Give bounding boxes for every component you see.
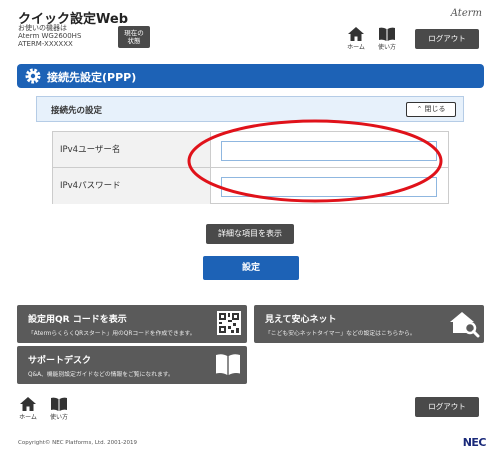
set-button[interactable]: 設定 [203, 256, 299, 280]
ipv4-username-input[interactable] [221, 141, 437, 161]
qr-code-tile[interactable]: 設定用QR コードを表示 「AtermらくらくQRスタート」用のQRコードを作成… [17, 305, 247, 343]
support-tile-desc: Q&A、機能別設定ガイドなどの情報をご覧になれます。 [28, 372, 174, 378]
footer-logout-button[interactable]: ログアウト [415, 397, 479, 417]
book-icon [51, 397, 67, 411]
footer-home-link[interactable]: ホーム [17, 397, 39, 421]
connection-form: IPv4ユーザー名 IPv4パスワード [52, 131, 449, 204]
chevron-up-icon: ⌃ [416, 105, 423, 113]
home-search-icon [450, 312, 480, 338]
username-label: IPv4ユーザー名 [53, 132, 211, 167]
home-label: ホーム [347, 44, 365, 51]
aterm-logo: Aterm [450, 8, 482, 19]
section-banner: 接続先設定(PPP) [17, 64, 484, 88]
safe-tile-desc: 「こども安心ネットタイマー」などの設定はこちらから。 [265, 331, 416, 337]
footer-home-label: ホーム [19, 414, 37, 421]
support-tile-title: サポートデスク [28, 356, 92, 366]
header: クイック設定Web お使いの機器は Aterm WG2600HS ATERM-X… [0, 0, 500, 60]
support-desk-tile[interactable]: サポートデスク Q&A、機能別設定ガイドなどの情報をご覧になれます。 [17, 346, 247, 384]
device-caption: お使いの機器は [18, 24, 67, 32]
copyright: Copyright© NEC Platforms, Ltd. 2001-2019 [18, 440, 138, 446]
qr-code-icon [217, 311, 241, 335]
form-row-password: IPv4パスワード [53, 168, 448, 204]
gear-icon [25, 68, 41, 84]
safe-tile-title: 見えて安心ネット [265, 315, 337, 325]
password-label: IPv4パスワード [53, 168, 211, 204]
ipv4-password-input[interactable] [221, 177, 437, 197]
logout-button[interactable]: ログアウト [415, 29, 479, 49]
collapse-label: 閉じる [424, 105, 446, 113]
safe-net-tile[interactable]: 見えて安心ネット 「こども安心ネットタイマー」などの設定はこちらから。 [254, 305, 484, 343]
panel-title: 接続先の設定 [51, 106, 103, 116]
footer-help-link[interactable]: 使い方 [48, 397, 70, 421]
book-icon [379, 27, 395, 41]
help-link[interactable]: 使い方 [376, 27, 398, 51]
qr-tile-title: 設定用QR コードを表示 [28, 315, 127, 325]
home-icon [20, 397, 36, 411]
help-label: 使い方 [377, 44, 396, 51]
footer-help-label: 使い方 [49, 414, 68, 421]
form-row-username: IPv4ユーザー名 [53, 132, 448, 168]
section-title: 接続先設定(PPP) [47, 71, 137, 84]
collapse-button[interactable]: ⌃ 閉じる [406, 102, 456, 117]
current-status-button[interactable]: 現在の 状態 [118, 26, 150, 48]
device-model: Aterm WG2600HS [18, 32, 82, 40]
book-icon [216, 354, 240, 375]
qr-tile-desc: 「AtermらくらくQRスタート」用のQRコードを作成できます。 [28, 331, 196, 337]
device-info: お使いの機器は Aterm WG2600HS ATERM-XXXXXX [18, 24, 81, 48]
home-icon [348, 27, 364, 41]
home-link[interactable]: ホーム [345, 27, 367, 51]
show-details-button[interactable]: 詳細な項目を表示 [206, 224, 294, 244]
device-name: ATERM-XXXXXX [18, 40, 73, 48]
nec-logo: NEC [462, 436, 487, 449]
settings-panel-header: 接続先の設定 ⌃ 閉じる [36, 96, 464, 122]
